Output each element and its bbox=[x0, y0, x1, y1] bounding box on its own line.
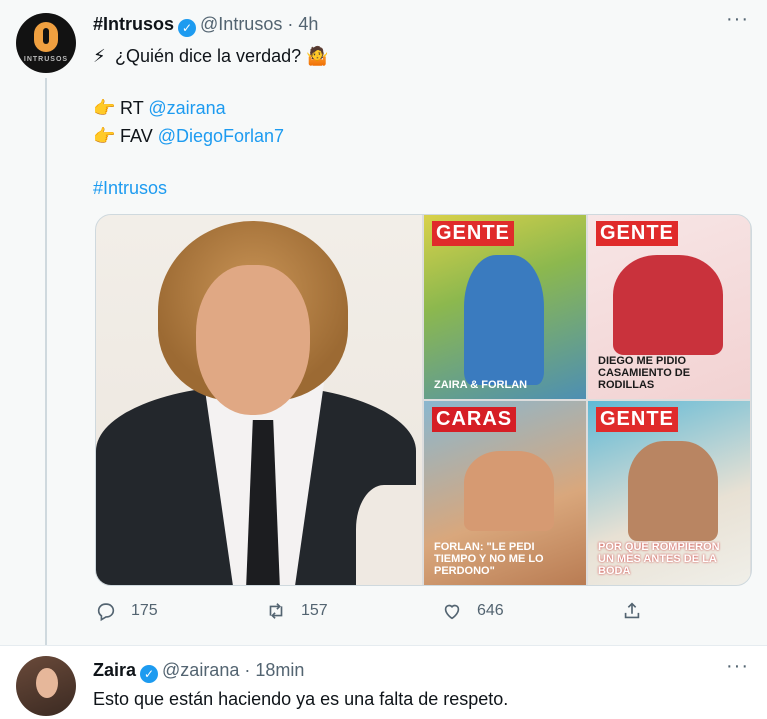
cover-figure bbox=[613, 255, 723, 355]
reply-button[interactable]: 175 bbox=[95, 600, 158, 622]
cover-masthead: CARAS bbox=[432, 407, 517, 432]
header-separator: · bbox=[287, 14, 294, 34]
mention-diegoforlan7[interactable]: @DiegoForlan7 bbox=[158, 126, 284, 146]
intrusos-avatar[interactable]: INTRUSOS bbox=[16, 13, 76, 73]
reply-author-handle[interactable]: @zairana bbox=[162, 660, 239, 680]
magazine-cover-4[interactable]: GENTE POR QUE ROMPIERON UN MES ANTES DE … bbox=[588, 401, 750, 585]
tweet-hashtag-line: #Intrusos bbox=[93, 177, 167, 199]
magazine-cover-3[interactable]: CARAS FORLAN: "LE PEDI TIEMPO Y NO ME LO… bbox=[424, 401, 586, 585]
heart-icon bbox=[444, 604, 460, 620]
cover-masthead: GENTE bbox=[432, 221, 514, 246]
reply-timestamp[interactable]: 18min bbox=[255, 660, 304, 680]
fav-label: FAV bbox=[120, 126, 153, 146]
hashtag-intrusos[interactable]: #Intrusos bbox=[93, 178, 167, 198]
zaira-avatar[interactable] bbox=[16, 656, 76, 716]
cover-masthead: GENTE bbox=[596, 221, 678, 246]
avatar-logo-text: INTRUSOS bbox=[23, 56, 69, 63]
avatar-face bbox=[36, 668, 58, 698]
tweet-actions: 175 157 646 bbox=[95, 600, 675, 628]
pointing-hand-emoji-icon: 👉 bbox=[93, 98, 116, 118]
author-handle[interactable]: @Intrusos bbox=[200, 14, 282, 34]
share-icon bbox=[624, 602, 640, 619]
tweet-question: ¿Quién dice la verdad? 🤷 bbox=[115, 46, 329, 66]
magazine-cover-2[interactable]: GENTE DIEGO ME PIDIO CASAMIENTO DE RODIL… bbox=[588, 215, 750, 399]
cover-headline: ZAIRA & FORLAN bbox=[434, 379, 528, 391]
reply-count: 175 bbox=[131, 602, 158, 619]
photo-dress bbox=[356, 485, 422, 585]
thread-line bbox=[45, 78, 47, 658]
like-button[interactable]: 646 bbox=[441, 600, 504, 622]
cover-figure bbox=[464, 255, 544, 385]
tweet-text-line-rt: 👉 RT @zairana bbox=[93, 97, 226, 119]
cover-headline: POR QUE ROMPIERON UN MES ANTES DE LA BOD… bbox=[598, 541, 720, 577]
tweet-media[interactable]: GENTE ZAIRA & FORLAN GENTE DIEGO ME PIDI… bbox=[95, 214, 752, 586]
photo-face bbox=[196, 265, 310, 415]
verified-badge-icon: ✓ bbox=[140, 665, 159, 683]
share-button[interactable] bbox=[621, 600, 643, 622]
cover-figure bbox=[464, 451, 554, 531]
like-count: 646 bbox=[477, 602, 504, 619]
rt-label: RT bbox=[120, 98, 144, 118]
intrusos-logo-icon bbox=[34, 22, 58, 52]
retweet-button[interactable]: 157 bbox=[265, 600, 328, 622]
photo-forlan[interactable] bbox=[96, 215, 422, 585]
reply-author-name[interactable]: Zaira bbox=[93, 660, 136, 680]
reply-header: Zaira ✓ @zairana · 18min bbox=[93, 660, 304, 683]
more-options-button[interactable]: ··· bbox=[726, 8, 749, 31]
reply-icon bbox=[97, 603, 115, 622]
pointing-hand-emoji-icon: 👉 bbox=[93, 126, 116, 146]
mention-zairana[interactable]: @zairana bbox=[148, 98, 225, 118]
tweet-text-line-fav: 👉 FAV @DiegoForlan7 bbox=[93, 125, 284, 147]
reply-text: Esto que están haciendo ya es una falta … bbox=[93, 689, 509, 709]
tweet-text-line-1: ⚡ ¿Quién dice la verdad? 🤷 bbox=[93, 45, 329, 67]
cover-headline: FORLAN: "LE PEDI TIEMPO Y NO ME LO PERDO… bbox=[434, 541, 544, 577]
tweet-timestamp[interactable]: 4h bbox=[298, 14, 318, 34]
cover-headline: DIEGO ME PIDIO CASAMIENTO DE RODILLAS bbox=[598, 355, 691, 391]
reply-header-separator: · bbox=[244, 660, 251, 680]
cover-figure bbox=[628, 441, 718, 541]
lightning-emoji-icon: ⚡ bbox=[93, 46, 106, 66]
verified-badge-icon: ✓ bbox=[178, 19, 197, 37]
reply-more-options-button[interactable]: ··· bbox=[726, 655, 749, 678]
author-name[interactable]: #Intrusos bbox=[93, 14, 174, 34]
retweet-count: 157 bbox=[301, 602, 328, 619]
retweet-icon bbox=[269, 603, 283, 619]
cover-masthead: GENTE bbox=[596, 407, 678, 432]
magazine-cover-1[interactable]: GENTE ZAIRA & FORLAN bbox=[424, 215, 586, 399]
tweet-header: #Intrusos ✓ @Intrusos · 4h bbox=[93, 14, 318, 37]
